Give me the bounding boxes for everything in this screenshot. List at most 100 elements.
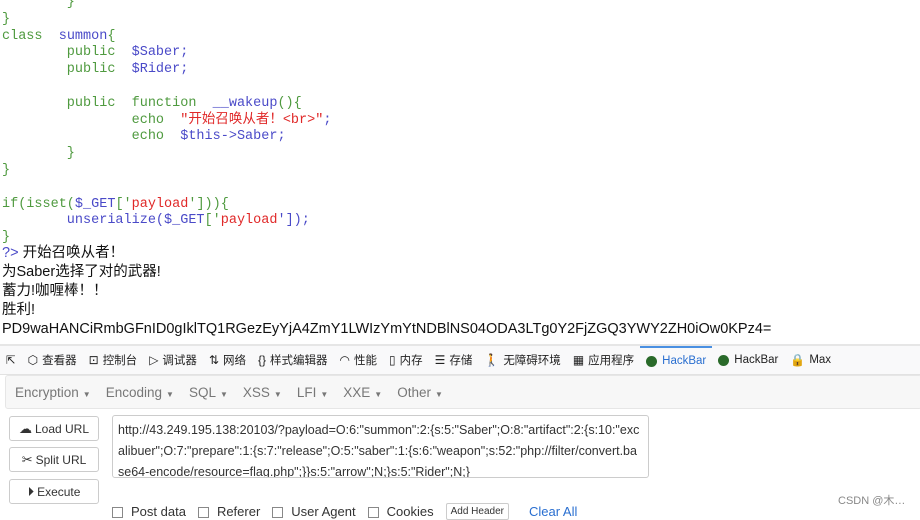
performance-icon: ◠ <box>339 353 350 367</box>
cookies-checkbox[interactable]: Cookies <box>367 504 434 519</box>
caret-down-icon: ▼ <box>320 389 329 399</box>
referer-checkbox[interactable]: Referer <box>197 504 260 519</box>
devtools-tab[interactable]: HackBar <box>712 346 784 374</box>
devtools-tab[interactable]: HackBar <box>640 346 713 374</box>
code-line: public $Rider; <box>2 62 331 79</box>
code-token: { <box>107 28 116 44</box>
url-textarea[interactable]: http://43.249.195.138:20103/?payload=O:6… <box>112 415 649 478</box>
code-line: class summon{ <box>2 29 331 46</box>
devtools-tab[interactable]: ▦ 应用程序 <box>567 346 640 374</box>
application-icon: ▦ <box>572 353 585 367</box>
code-token: '])){ <box>188 196 229 212</box>
execute-button[interactable]: ⏵ Execute <box>9 479 99 504</box>
php-source-code: }} class summon{ public $Saber; public $R… <box>2 0 331 247</box>
watermark: CSDN @木… <box>838 495 906 507</box>
code-token: "开始召唤从者！<br>" <box>180 112 324 128</box>
scissors-icon: ✂ <box>21 451 33 467</box>
storage-icon: ☰ <box>434 353 446 367</box>
code-token: public function <box>2 95 213 111</box>
output-line: ?> 开始召唤从者！ <box>2 245 125 261</box>
caret-down-icon: ▼ <box>166 389 174 399</box>
code-token: } <box>2 162 11 178</box>
php-close-tag: ?> <box>2 245 19 261</box>
devtools-tab-label: 性能 <box>353 355 377 367</box>
devtools-tab[interactable]: ◠ 性能 <box>334 346 383 374</box>
code-token: ; <box>323 112 332 128</box>
post-data-checkbox[interactable]: Post data <box>112 504 186 519</box>
hackbar-icon <box>718 354 730 366</box>
devtools-tab-label: 样式编辑器 <box>270 355 328 367</box>
code-token: } <box>2 146 75 162</box>
clear-all-link[interactable]: Clear All <box>529 504 577 519</box>
devtools-tab-label: 网络 <box>222 355 246 367</box>
output-line: 为Saber选择了对的武器! <box>2 264 161 280</box>
devtools-tab[interactable]: ☰ 存储 <box>429 346 479 374</box>
devtools-tab-label: 控制台 <box>102 355 138 367</box>
code-token: $_GET <box>74 196 116 212</box>
memory-icon: ▯ <box>388 353 396 367</box>
menu-xxe[interactable]: XXE ▼ <box>343 385 382 400</box>
devtools-tab-label: HackBar <box>662 355 707 367</box>
code-token: if(isset( <box>2 196 75 212</box>
code-line: echo "开始召唤从者！<br>"; <box>2 112 332 130</box>
devtools-toolbar: ⇱ ⬡ 查看器 ⊡ 控制台 ▷ 调试器 ⇅ 网络{} 样式编辑器 ◠ 性能 ▯ 内存 ☰ 存储 🚶 无障碍环境 ▦… <box>0 344 920 375</box>
code-line: } <box>2 0 331 12</box>
menu-encryption[interactable]: Encryption ▼ <box>15 385 91 400</box>
menu-encoding[interactable]: Encoding ▼ <box>106 385 174 400</box>
devtools-tab[interactable]: 🚶 无障碍环境 <box>478 346 566 374</box>
load-url-button[interactable]: ☁ Load URL <box>9 416 99 441</box>
accessibility-icon: 🚶 <box>484 353 500 367</box>
menu-xss[interactable]: XSS ▼ <box>243 385 282 400</box>
code-token: $this->Saber; <box>180 129 286 145</box>
code-token: } <box>2 230 11 246</box>
code-token: __wakeup <box>212 95 278 111</box>
play-icon: ⏵ <box>27 483 35 499</box>
devtools-tab[interactable]: {} 样式编辑器 <box>252 346 334 374</box>
debugger-icon: ▷ <box>149 353 159 367</box>
user-agent-checkbox[interactable]: User Agent <box>272 504 356 519</box>
hackbar-icon <box>646 355 658 367</box>
devtools-tab[interactable]: ⊡ 控制台 <box>83 346 144 374</box>
output-line: 胜利! <box>2 302 36 318</box>
caret-down-icon: ▼ <box>273 389 282 399</box>
code-token: [' <box>115 196 132 212</box>
code-line: } <box>2 163 331 180</box>
split-url-button[interactable]: ✂ Split URL <box>9 447 99 472</box>
console-icon: ⊡ <box>88 353 99 367</box>
devtools-tab[interactable]: ⬡ 查看器 <box>22 346 83 374</box>
caret-down-icon: ▼ <box>219 389 228 399</box>
caret-down-icon: ▼ <box>82 389 91 399</box>
code-token: } <box>2 11 11 27</box>
devtools-tab-label: 存储 <box>449 355 473 367</box>
base64-output: PD9waHANCiRmbGFnID0gIklTQ1RGezEyYjA4ZmY1… <box>2 321 772 337</box>
inspector-icon: ⬡ <box>27 353 39 367</box>
element-picker-icon[interactable]: ⇱ <box>0 346 22 374</box>
code-line: public function __wakeup(){ <box>2 96 331 113</box>
code-line: echo $this->Saber; <box>2 129 331 146</box>
code-token: public <box>2 45 132 61</box>
add-header-button[interactable]: Add Header <box>445 503 509 520</box>
devtools-tab[interactable]: 🔒 Max <box>784 346 837 374</box>
devtools-tab-label: 调试器 <box>162 355 197 367</box>
code-line: } <box>2 146 331 163</box>
code-token: payload <box>220 213 278 229</box>
devtools-tab[interactable]: ▷ 调试器 <box>143 346 203 374</box>
devtools-tab[interactable]: ▯ 内存 <box>383 346 429 374</box>
code-line: } <box>2 12 331 29</box>
style-editor-icon: {} <box>257 353 266 367</box>
network-icon: ⇅ <box>208 353 219 367</box>
hackbar-options: Post data Referer User Agent Cookies Add… <box>112 503 577 520</box>
page-output: ?> 开始召唤从者！ 为Saber选择了对的武器! 蓄力!咖喱棒！！ 胜利! P… <box>2 244 771 339</box>
code-token: $_GET <box>164 213 205 229</box>
code-token: ']); <box>277 213 310 229</box>
menu-lfi[interactable]: LFI ▼ <box>297 385 328 400</box>
code-token: summon <box>58 28 108 44</box>
devtools-tab-label: 无障碍环境 <box>503 355 561 367</box>
code-token: $Rider; <box>131 62 189 78</box>
caret-down-icon: ▼ <box>374 389 383 399</box>
code-token: echo <box>2 112 181 128</box>
menu-sql[interactable]: SQL ▼ <box>189 385 228 400</box>
devtools-tab-label: Max <box>809 354 832 366</box>
menu-other[interactable]: Other ▼ <box>397 385 443 400</box>
devtools-tab[interactable]: ⇅ 网络 <box>203 346 252 374</box>
